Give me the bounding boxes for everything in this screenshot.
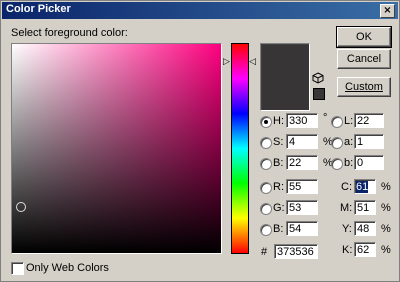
hue-slider-left-arrow-icon[interactable]: ▷	[223, 58, 230, 67]
radio-h[interactable]	[260, 116, 272, 128]
l-label: L:	[344, 115, 354, 127]
g-input[interactable]: 53	[286, 200, 318, 215]
close-button[interactable]: ×	[380, 4, 395, 18]
r-label: R:	[273, 181, 284, 193]
title-bar[interactable]: Color Picker ×	[2, 2, 398, 19]
ok-button[interactable]: OK	[336, 26, 392, 48]
g-label: G:	[273, 202, 285, 214]
c-label: C:	[341, 181, 352, 193]
radio-b[interactable]	[260, 158, 272, 170]
cancel-button[interactable]: Cancel	[337, 49, 391, 69]
lab-b-label: b:	[344, 157, 354, 169]
k-input[interactable]: 62	[354, 242, 376, 257]
h-unit: °	[323, 112, 328, 124]
c-value: 61	[356, 181, 369, 193]
color-picker-dialog: Color Picker × Select foreground color: …	[0, 0, 400, 282]
s-label: S:	[273, 136, 284, 148]
radio-rgb-b[interactable]	[260, 224, 272, 236]
y-unit: %	[381, 223, 391, 235]
h-label: H:	[273, 115, 284, 127]
hex-prefix: #	[261, 246, 268, 258]
select-color-label: Select foreground color:	[11, 27, 128, 39]
r-input[interactable]: 55	[286, 179, 318, 194]
hue-slider-right-arrow-icon[interactable]: ◁	[249, 58, 256, 67]
m-input[interactable]: 51	[354, 200, 376, 215]
lab-b-input[interactable]: 0	[354, 155, 384, 170]
h-input[interactable]: 330	[286, 113, 318, 128]
c-input[interactable]: 61	[354, 179, 376, 194]
s-input[interactable]: 4	[286, 134, 318, 149]
only-web-colors-checkbox[interactable]	[11, 262, 24, 275]
radio-l[interactable]	[331, 116, 343, 128]
a-label: a:	[344, 136, 354, 148]
y-input[interactable]: 48	[354, 221, 376, 236]
y-label: Y:	[342, 223, 352, 235]
l-input[interactable]: 22	[354, 113, 384, 128]
color-field-brightness	[12, 44, 221, 253]
m-label: M:	[340, 202, 353, 214]
hue-slider[interactable]	[231, 43, 249, 254]
hex-input[interactable]: 373536	[274, 244, 318, 259]
b-label: B:	[273, 157, 284, 169]
radio-lab-b[interactable]	[331, 158, 343, 170]
window-title: Color Picker	[6, 3, 71, 15]
k-label: K:	[342, 244, 353, 256]
color-field[interactable]	[11, 43, 222, 254]
gamut-warning-icon[interactable]	[313, 88, 325, 100]
b-input[interactable]: 22	[286, 155, 318, 170]
rgb-b-label: B:	[273, 223, 284, 235]
color-field-cursor[interactable]	[16, 202, 26, 212]
radio-g[interactable]	[260, 203, 272, 215]
cube-icon[interactable]	[312, 72, 324, 84]
custom-button[interactable]: Custom	[337, 77, 391, 97]
custom-label: Custom	[345, 81, 383, 93]
k-unit: %	[381, 244, 391, 256]
radio-r[interactable]	[260, 182, 272, 194]
a-input[interactable]: 1	[354, 134, 384, 149]
current-color-swatch	[260, 43, 310, 111]
rgb-b-input[interactable]: 54	[286, 221, 318, 236]
m-unit: %	[381, 202, 391, 214]
radio-a[interactable]	[331, 137, 343, 149]
c-unit: %	[381, 181, 391, 193]
only-web-colors-label[interactable]: Only Web Colors	[26, 262, 109, 274]
radio-s[interactable]	[260, 137, 272, 149]
